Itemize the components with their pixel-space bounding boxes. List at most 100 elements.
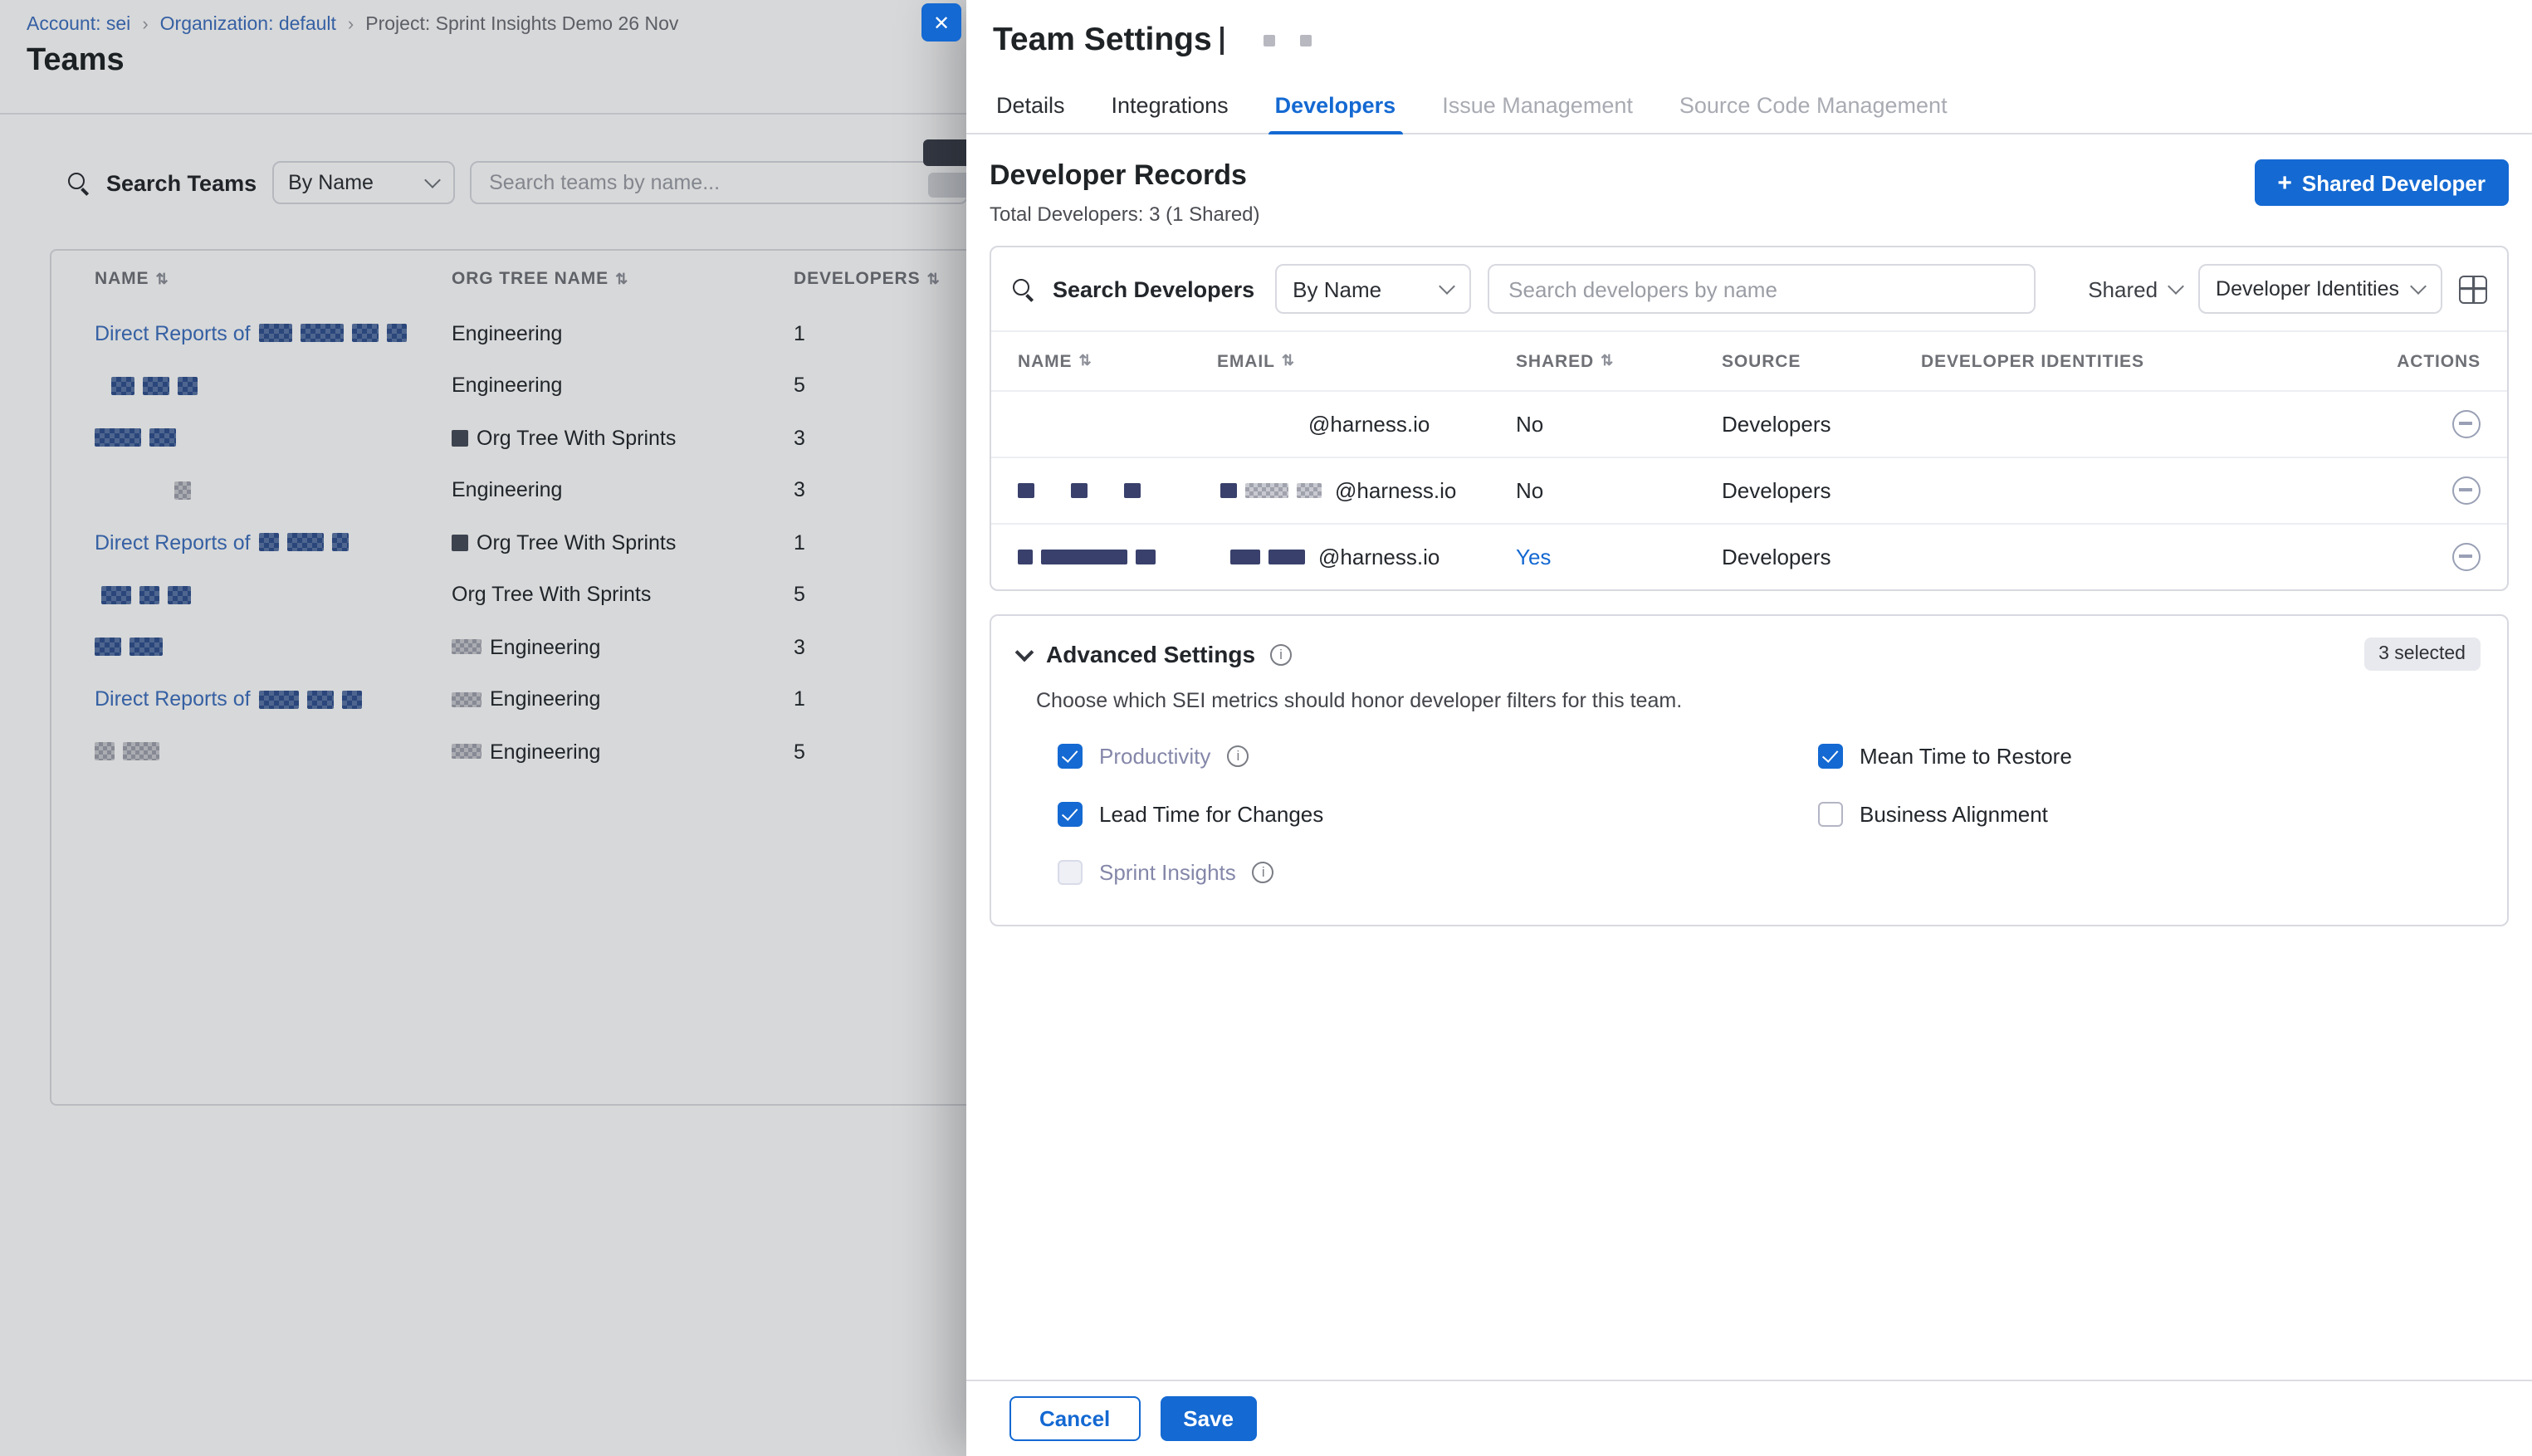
developer-row: @harness.ioNoDevelopers: [991, 457, 2507, 523]
metric-label: Lead Time for Changes: [1099, 802, 1323, 827]
redaction-block: [1220, 483, 1237, 498]
redaction-block: [1136, 550, 1156, 564]
drawer-title: Team Settings: [993, 22, 1212, 60]
metric-label: Productivity: [1099, 744, 1210, 769]
chevron-down-icon: [1015, 642, 1034, 662]
redaction-block: [1264, 35, 1275, 46]
column-selector-icon[interactable]: [2459, 275, 2487, 303]
column-header-label: EMAIL: [1217, 351, 1275, 371]
redaction-block: [1268, 550, 1305, 564]
developers-search-input[interactable]: [1487, 264, 2035, 314]
selected-count-badge: 3 selected: [2363, 638, 2481, 671]
close-button[interactable]: ✕: [921, 3, 961, 42]
remove-developer-icon[interactable]: [2452, 543, 2481, 571]
metric-label: Sprint Insights: [1099, 860, 1236, 885]
metric-sprint-insights: Sprint Insights i: [1058, 860, 1818, 885]
redaction-block: [1018, 483, 1034, 498]
metric-checkbox-productivity[interactable]: [1058, 744, 1083, 769]
tab-developers[interactable]: Developers: [1252, 78, 1420, 133]
developer-records-title: Developer Records: [990, 159, 1260, 193]
developer-identities-label: Developer Identities: [2216, 277, 2399, 300]
actions-cell: [2364, 543, 2481, 571]
selected-option: By Name: [1293, 276, 1381, 301]
drawer-body: Developer Records Total Developers: 3 (1…: [966, 159, 2532, 926]
remove-developer-icon[interactable]: [2452, 476, 2481, 505]
metric-checkbox-mean-time-to-restore[interactable]: [1818, 744, 1843, 769]
shared-cell: Yes: [1516, 545, 1722, 569]
column-header-label: DEVELOPER IDENTITIES: [1921, 351, 2144, 371]
advanced-settings-description: Choose which SEI metrics should honor de…: [1036, 689, 2481, 712]
developers-card: Search Developers By Name Shared Develop…: [990, 246, 2509, 591]
email-text: @harness.io: [1318, 545, 1440, 569]
developer-email-cell: @harness.io: [1217, 478, 1516, 503]
tab-integrations[interactable]: Integrations: [1088, 78, 1252, 133]
developer-identities-select[interactable]: Developer Identities: [2197, 264, 2442, 314]
source-cell: Developers: [1722, 412, 1921, 437]
metrics-checkbox-grid: ProductivityiMean Time to RestoreLead Ti…: [1058, 744, 2481, 885]
search-developers-label: Search Developers: [1053, 276, 1254, 301]
column-header-label: SHARED: [1516, 351, 1594, 371]
sort-icon[interactable]: ⇅: [1078, 354, 1092, 369]
shared-filter-select[interactable]: Shared: [2088, 276, 2181, 301]
developer-name-cell: [1018, 483, 1217, 498]
redaction-block: [1018, 550, 1033, 564]
redaction-block: [1071, 483, 1088, 498]
developer-records-header: Developer Records Total Developers: 3 (1…: [990, 159, 2509, 226]
shared-cell: No: [1516, 412, 1722, 437]
add-shared-developer-button[interactable]: + Shared Developer: [2254, 159, 2509, 206]
close-icon: ✕: [933, 11, 950, 34]
developer-email-cell: @harness.io: [1217, 545, 1516, 569]
info-icon: i: [1253, 862, 1274, 883]
tab-issue-management: Issue Management: [1419, 78, 1656, 133]
developers-table-header: NAME ⇅ EMAIL ⇅ SHARED ⇅ SOURCEDEVELOPER IDENTI…: [991, 330, 2507, 390]
developers-toolbar: Search Developers By Name Shared Develop…: [991, 247, 2507, 330]
screen: Account: sei›Organization: default›Proje…: [0, 0, 2532, 1456]
shared-cell: No: [1516, 478, 1722, 503]
total-developers: Total Developers: 3 (1 Shared): [990, 203, 1260, 226]
source-cell: Developers: [1722, 545, 1921, 569]
column-header-actions: ACTIONS: [2364, 351, 2481, 371]
info-icon: i: [1270, 643, 1292, 665]
advanced-settings-header[interactable]: Advanced Settings i 3 selected: [1018, 638, 2481, 671]
title-cursor: [1220, 27, 1224, 55]
developers-table-body: @harness.ioNoDevelopers@harness.ioNoDeve…: [991, 390, 2507, 589]
save-button[interactable]: Save: [1160, 1396, 1257, 1441]
redaction-block: [1297, 483, 1322, 498]
column-header-source: SOURCE: [1722, 351, 1921, 371]
add-shared-developer-label: Shared Developer: [2302, 170, 2486, 195]
redaction-block: [1300, 35, 1312, 46]
chevron-down-icon: [1438, 278, 1454, 295]
tab-details[interactable]: Details: [973, 78, 1088, 133]
redaction-block: [1041, 550, 1127, 564]
remove-developer-icon[interactable]: [2452, 410, 2481, 438]
metric-checkbox-sprint-insights: [1058, 860, 1083, 885]
metric-lead-time-for-changes: Lead Time for Changes: [1058, 802, 1818, 827]
column-header-label: NAME: [1018, 351, 1072, 371]
tab-source-code-management: Source Code Management: [1656, 78, 1971, 133]
column-header-shared: SHARED ⇅: [1516, 351, 1722, 371]
redaction-block: [1230, 550, 1260, 564]
plus-icon: +: [2277, 170, 2292, 195]
developer-row: @harness.io YesDevelopers: [991, 523, 2507, 589]
metric-checkbox-lead-time-for-changes[interactable]: [1058, 802, 1083, 827]
metric-label: Business Alignment: [1860, 802, 2048, 827]
source-cell: Developers: [1722, 478, 1921, 503]
shared-filter-label: Shared: [2088, 276, 2158, 301]
column-header-name: NAME ⇅: [1018, 351, 1217, 371]
cancel-button[interactable]: Cancel: [1009, 1396, 1140, 1441]
chevron-down-icon: [2410, 278, 2427, 295]
search-icon: [1011, 276, 1036, 301]
actions-cell: [2364, 410, 2481, 438]
advanced-settings-title: Advanced Settings: [1046, 641, 1255, 667]
redaction-block: [1124, 483, 1141, 498]
team-settings-drawer: ✕ Team Settings DetailsIntegrationsDevel…: [966, 0, 2532, 1456]
drawer-header: Team Settings: [966, 0, 2532, 60]
sort-icon[interactable]: ⇅: [1601, 354, 1614, 369]
sort-icon[interactable]: ⇅: [1282, 354, 1295, 369]
column-header-label: ACTIONS: [2397, 351, 2481, 371]
metric-checkbox-business-alignment[interactable]: [1818, 802, 1843, 827]
developer-name-cell: [1018, 550, 1217, 564]
title-redaction: [1264, 35, 1312, 46]
developers-sort-select[interactable]: By Name: [1274, 264, 1470, 314]
developer-email-cell: @harness.io: [1217, 412, 1516, 437]
